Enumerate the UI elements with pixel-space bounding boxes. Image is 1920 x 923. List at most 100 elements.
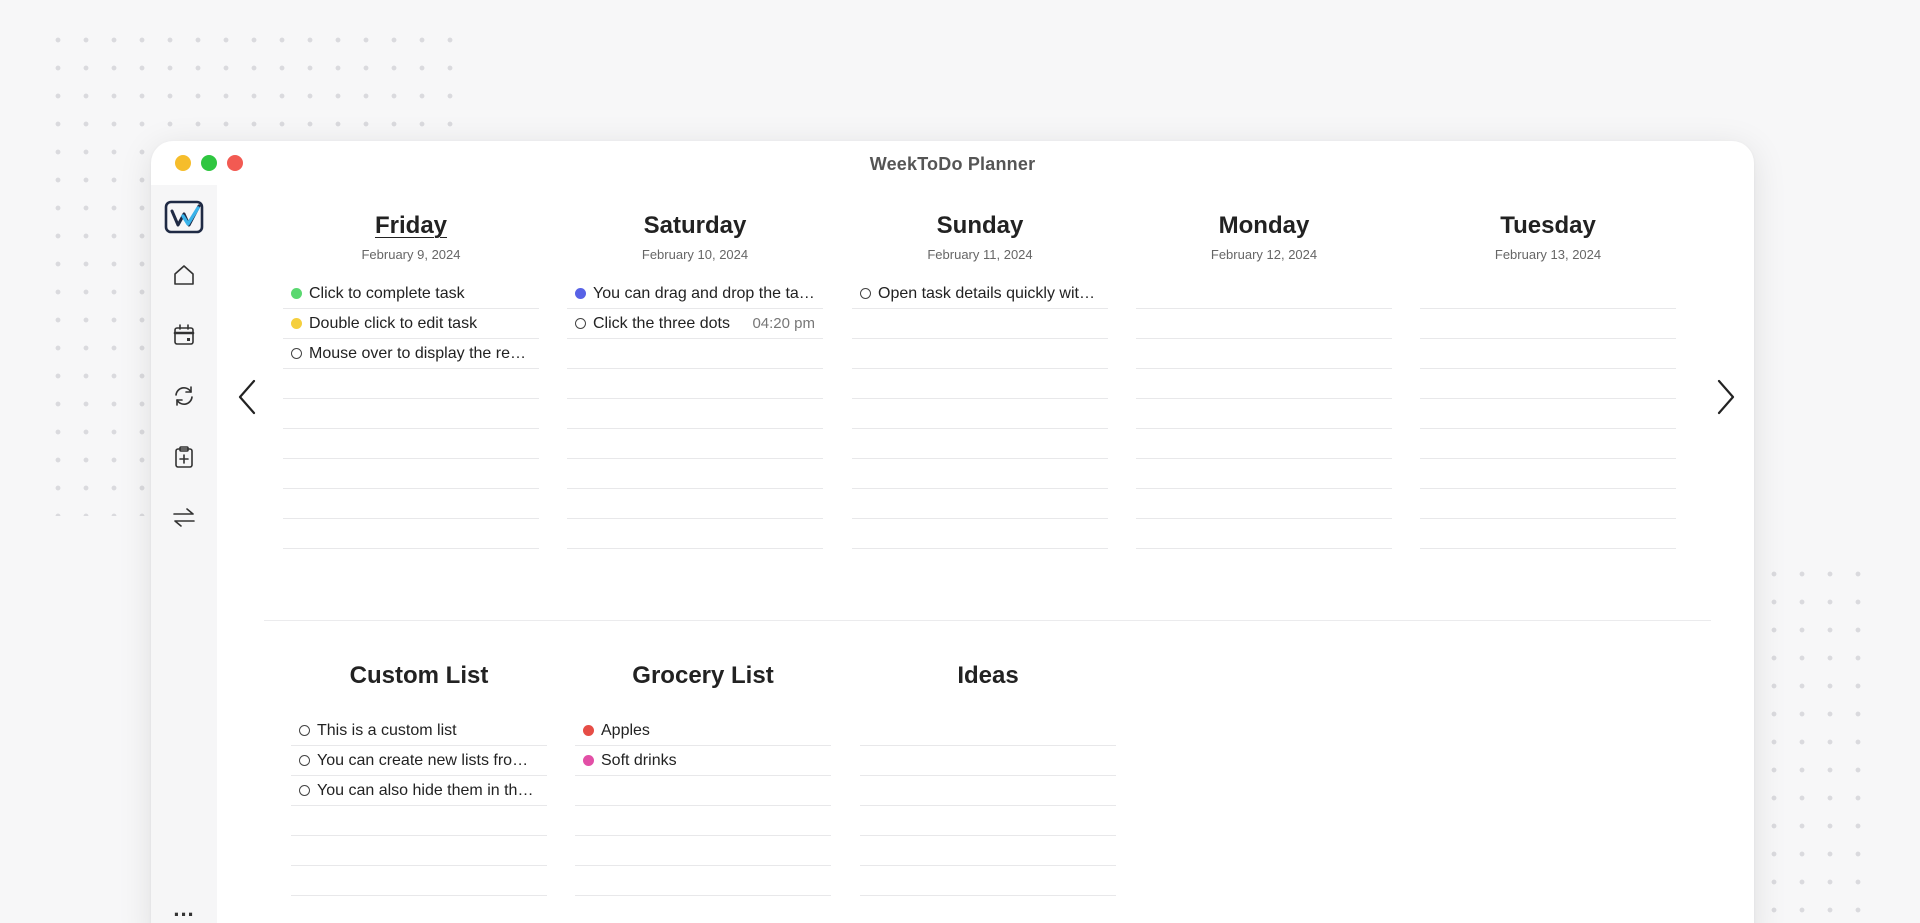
empty-task-slot[interactable]: [1136, 399, 1392, 429]
day-date: February 13, 2024: [1494, 247, 1602, 262]
empty-task-slot[interactable]: [852, 459, 1108, 489]
task-checkbox[interactable]: [291, 348, 302, 359]
calendar-icon[interactable]: [164, 315, 204, 355]
empty-task-slot[interactable]: [1136, 489, 1392, 519]
task-list: Apples Soft drinks: [575, 716, 831, 923]
empty-task-slot[interactable]: [1136, 519, 1392, 549]
empty-task-slot[interactable]: [1420, 309, 1676, 339]
empty-task-slot[interactable]: [860, 746, 1116, 776]
empty-task-slot[interactable]: [283, 519, 539, 549]
custom-list-column: Custom List This is a custom list You can…: [291, 659, 547, 923]
empty-task-slot[interactable]: [1420, 369, 1676, 399]
day-name[interactable]: Tuesday: [1420, 209, 1676, 243]
task-color-dot[interactable]: [291, 288, 302, 299]
empty-task-slot[interactable]: [567, 429, 823, 459]
empty-task-slot[interactable]: [291, 866, 547, 896]
task-item[interactable]: Mouse over to display the remaining text: [283, 339, 539, 369]
sync-icon[interactable]: [164, 376, 204, 416]
empty-task-slot[interactable]: [575, 896, 831, 923]
empty-task-slot[interactable]: [1136, 279, 1392, 309]
empty-task-slot[interactable]: [1136, 309, 1392, 339]
empty-task-slot[interactable]: [575, 836, 831, 866]
empty-task-slot[interactable]: [283, 489, 539, 519]
empty-task-slot[interactable]: [852, 489, 1108, 519]
empty-task-slot[interactable]: [1420, 279, 1676, 309]
empty-task-slot[interactable]: [567, 519, 823, 549]
empty-task-slot[interactable]: [291, 806, 547, 836]
empty-task-slot[interactable]: [1136, 429, 1392, 459]
task-item[interactable]: Soft drinks: [575, 746, 831, 776]
empty-task-slot[interactable]: [1136, 339, 1392, 369]
task-color-dot[interactable]: [583, 725, 594, 736]
empty-task-slot[interactable]: [852, 429, 1108, 459]
empty-task-slot[interactable]: [291, 896, 547, 923]
empty-task-slot[interactable]: [1420, 429, 1676, 459]
more-menu-icon[interactable]: ...: [164, 889, 204, 923]
empty-task-slot[interactable]: [567, 399, 823, 429]
empty-task-slot[interactable]: [860, 896, 1116, 923]
empty-task-slot[interactable]: [567, 459, 823, 489]
task-item[interactable]: You can also hide them in the settings: [291, 776, 547, 806]
task-color-dot[interactable]: [575, 288, 586, 299]
empty-task-slot[interactable]: [852, 309, 1108, 339]
empty-task-slot[interactable]: [860, 806, 1116, 836]
empty-task-slot[interactable]: [1420, 519, 1676, 549]
empty-task-slot[interactable]: [283, 429, 539, 459]
task-item[interactable]: This is a custom list: [291, 716, 547, 746]
task-item[interactable]: You can create new lists from the menu: [291, 746, 547, 776]
weektodo-logo-icon[interactable]: [164, 197, 204, 237]
empty-task-slot[interactable]: [860, 836, 1116, 866]
switch-arrows-icon[interactable]: [164, 497, 204, 537]
day-name[interactable]: Friday: [283, 209, 539, 243]
empty-task-slot[interactable]: [567, 369, 823, 399]
task-item[interactable]: Open task details quickly with a click: [852, 279, 1108, 309]
task-list: This is a custom list You can create new …: [291, 716, 547, 923]
empty-task-slot[interactable]: [1420, 489, 1676, 519]
task-color-dot[interactable]: [583, 755, 594, 766]
empty-task-slot[interactable]: [575, 776, 831, 806]
task-checkbox[interactable]: [299, 725, 310, 736]
empty-task-slot[interactable]: [1136, 459, 1392, 489]
task-checkbox[interactable]: [860, 288, 871, 299]
list-title[interactable]: Grocery List: [575, 659, 831, 693]
home-icon[interactable]: [164, 255, 204, 295]
empty-task-slot[interactable]: [860, 776, 1116, 806]
previous-week-button[interactable]: [227, 369, 267, 425]
empty-task-slot[interactable]: [1420, 459, 1676, 489]
empty-task-slot[interactable]: [575, 866, 831, 896]
task-item[interactable]: Double click to edit task: [283, 309, 539, 339]
task-checkbox[interactable]: [299, 755, 310, 766]
empty-task-slot[interactable]: [291, 836, 547, 866]
empty-task-slot[interactable]: [852, 339, 1108, 369]
day-name[interactable]: Monday: [1136, 209, 1392, 243]
empty-task-slot[interactable]: [852, 519, 1108, 549]
empty-task-slot[interactable]: [1420, 339, 1676, 369]
empty-task-slot[interactable]: [852, 369, 1108, 399]
empty-task-slot[interactable]: [283, 459, 539, 489]
next-week-button[interactable]: [1706, 369, 1746, 425]
empty-task-slot[interactable]: [852, 399, 1108, 429]
list-title[interactable]: Custom List: [291, 659, 547, 693]
chevron-right-icon: [1717, 379, 1735, 415]
empty-task-slot[interactable]: [567, 339, 823, 369]
task-item[interactable]: Click the three dots 04:20 pm: [567, 309, 823, 339]
task-color-dot[interactable]: [291, 318, 302, 329]
task-text: Click the three dots: [593, 314, 730, 332]
clipboard-plus-icon[interactable]: [164, 437, 204, 477]
empty-task-slot[interactable]: [860, 866, 1116, 896]
task-item[interactable]: Click to complete task: [283, 279, 539, 309]
empty-task-slot[interactable]: [575, 806, 831, 836]
empty-task-slot[interactable]: [860, 716, 1116, 746]
task-checkbox[interactable]: [299, 785, 310, 796]
task-item[interactable]: You can drag and drop the tasks: [567, 279, 823, 309]
list-title[interactable]: Ideas: [860, 659, 1116, 693]
task-item[interactable]: Apples: [575, 716, 831, 746]
empty-task-slot[interactable]: [1136, 369, 1392, 399]
empty-task-slot[interactable]: [567, 489, 823, 519]
day-name[interactable]: Sunday: [852, 209, 1108, 243]
day-name[interactable]: Saturday: [567, 209, 823, 243]
empty-task-slot[interactable]: [1420, 399, 1676, 429]
empty-task-slot[interactable]: [283, 399, 539, 429]
task-checkbox[interactable]: [575, 318, 586, 329]
empty-task-slot[interactable]: [283, 369, 539, 399]
